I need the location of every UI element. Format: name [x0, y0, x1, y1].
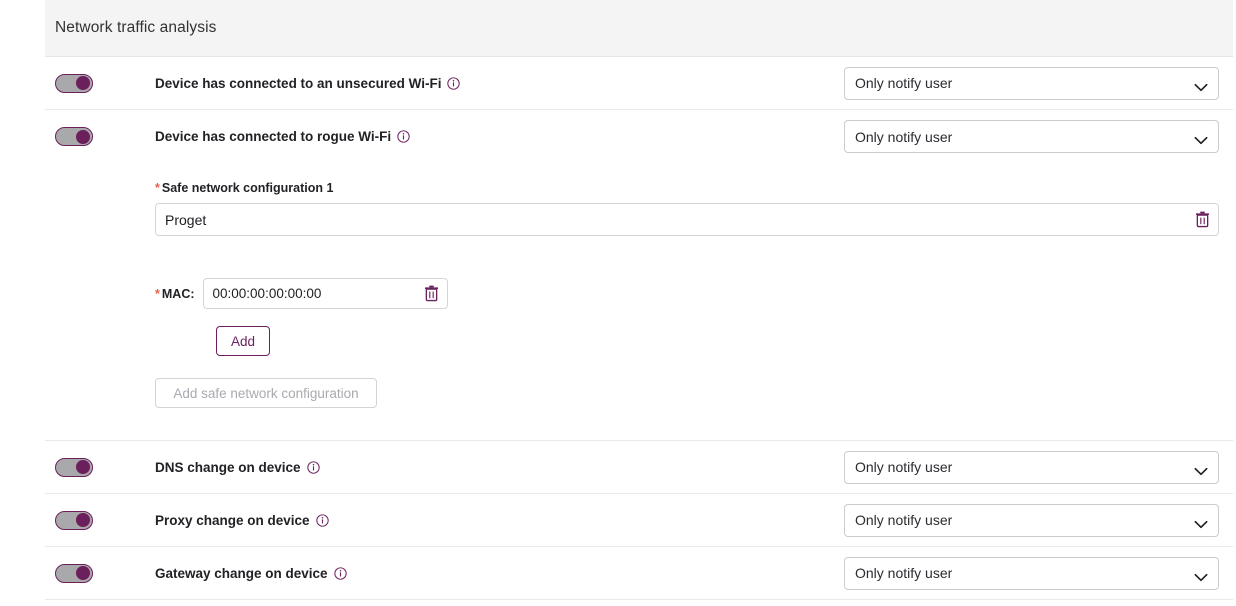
- setting-label: DNS change on device: [155, 459, 301, 475]
- trash-icon-mac[interactable]: [424, 285, 439, 302]
- safe-network-configuration-section: * Safe network configuration 1 Proget * …: [45, 163, 1233, 441]
- label-cell: Proxy change on device: [155, 513, 844, 528]
- add-safe-network-configuration-button[interactable]: Add safe network configuration: [155, 378, 377, 408]
- select-cell: Only notify user: [844, 450, 1219, 484]
- select-value: Only notify user: [855, 565, 953, 581]
- select-value: Only notify user: [855, 75, 953, 91]
- safe-network-config-label: * Safe network configuration 1: [155, 181, 1219, 195]
- toggle-cell: [55, 510, 155, 530]
- select-value: Only notify user: [855, 512, 953, 528]
- label-cell: Device has connected to rogue Wi-Fi: [155, 129, 844, 144]
- toggle-knob: [76, 129, 90, 144]
- select-cell: Only notify user: [844, 120, 1219, 153]
- chevron-down-icon: [1194, 463, 1208, 475]
- info-circle-icon[interactable]: [306, 460, 320, 474]
- toggle-cell: [55, 457, 155, 477]
- toggle-dns-change[interactable]: [55, 457, 93, 477]
- chevron-down-icon: [1194, 569, 1208, 581]
- info-circle-icon[interactable]: [333, 566, 347, 580]
- mac-label: * MAC:: [155, 287, 195, 301]
- setting-label: Proxy change on device: [155, 512, 310, 528]
- chevron-down-icon: [1194, 132, 1208, 145]
- page-root: Network traffic analysis Device has conn…: [0, 0, 1236, 606]
- setting-label: Device has connected to rogue Wi-Fi: [155, 129, 392, 144]
- chevron-down-icon: [1194, 79, 1208, 91]
- page-title: Network traffic analysis: [55, 19, 217, 36]
- action-select-gateway-change[interactable]: Only notify user: [844, 556, 1219, 590]
- toggle-knob: [76, 513, 90, 527]
- safe-network-config-label-text: Safe network configuration 1: [161, 181, 334, 195]
- toggle-cell: [55, 73, 155, 93]
- setting-label: Gateway change on device: [155, 565, 328, 581]
- select-cell: Only notify user: [844, 66, 1219, 100]
- toggle-knob: [76, 460, 90, 474]
- select-value: Only notify user: [855, 459, 953, 475]
- info-circle-icon[interactable]: [447, 76, 461, 90]
- select-cell: Only notify user: [844, 556, 1219, 590]
- mac-label-text: MAC:: [161, 286, 195, 301]
- safe-network-config-input-wrapper: Proget: [155, 203, 1219, 236]
- setting-row-unsecured-wifi: Device has connected to an unsecured Wi-…: [45, 57, 1233, 110]
- toggle-cell: [55, 563, 155, 583]
- safe-network-configuration-body: * Safe network configuration 1 Proget * …: [155, 163, 1219, 408]
- required-marker: *: [155, 181, 160, 195]
- mac-field-row: * MAC: 00:00:00:00:00:00: [155, 278, 1219, 309]
- setting-row-gateway-change: Gateway change on device Only notify use…: [45, 547, 1233, 600]
- toggle-rogue-wifi[interactable]: [55, 127, 93, 146]
- toggle-proxy-change[interactable]: [55, 510, 93, 530]
- label-cell: Gateway change on device: [155, 566, 844, 581]
- action-select-unsecured-wifi[interactable]: Only notify user: [844, 66, 1219, 100]
- label-cell: Device has connected to an unsecured Wi-…: [155, 76, 844, 91]
- toggle-gateway-change[interactable]: [55, 563, 93, 583]
- mac-input[interactable]: 00:00:00:00:00:00: [213, 286, 322, 301]
- card-header: Network traffic analysis: [45, 0, 1233, 57]
- setting-row-rogue-wifi: Device has connected to rogue Wi-Fi Only…: [45, 110, 1233, 163]
- setting-row-dns-change: DNS change on device Only notify user: [45, 441, 1233, 494]
- action-select-rogue-wifi[interactable]: Only notify user: [844, 120, 1219, 153]
- safe-network-config-input[interactable]: Proget: [165, 212, 206, 228]
- label-cell: DNS change on device: [155, 460, 844, 475]
- action-select-dns-change[interactable]: Only notify user: [844, 450, 1219, 484]
- info-circle-icon[interactable]: [315, 513, 329, 527]
- select-cell: Only notify user: [844, 503, 1219, 537]
- setting-row-proxy-change: Proxy change on device Only notify user: [45, 494, 1233, 547]
- toggle-cell: [55, 127, 155, 146]
- toggle-unsecured-wifi[interactable]: [55, 73, 93, 93]
- info-circle-icon[interactable]: [397, 130, 410, 143]
- action-select-proxy-change[interactable]: Only notify user: [844, 503, 1219, 537]
- select-value: Only notify user: [855, 128, 953, 145]
- network-traffic-analysis-card: Network traffic analysis Device has conn…: [45, 0, 1233, 606]
- toggle-knob: [76, 566, 90, 580]
- mac-input-wrapper: 00:00:00:00:00:00: [202, 278, 448, 309]
- trash-icon-config[interactable]: [1195, 211, 1210, 228]
- add-mac-button[interactable]: Add: [216, 326, 270, 356]
- required-marker: *: [155, 286, 160, 301]
- chevron-down-icon: [1194, 516, 1208, 528]
- setting-label: Device has connected to an unsecured Wi-…: [155, 75, 442, 91]
- toggle-knob: [76, 76, 90, 90]
